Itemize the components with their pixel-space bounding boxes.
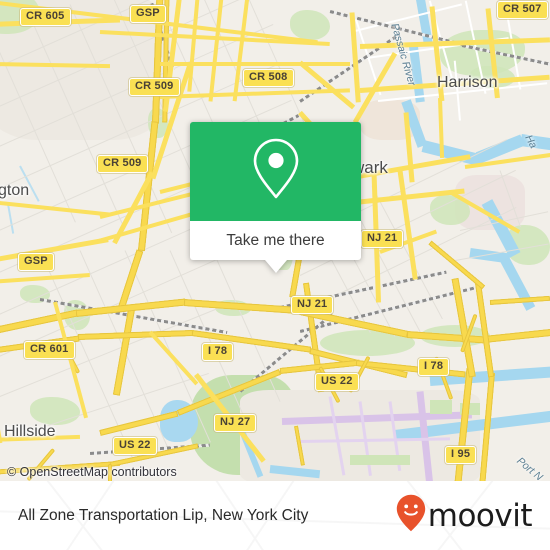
map-location-popup[interactable]: Take me there <box>190 122 361 273</box>
road-shield: NJ 21 <box>291 296 334 314</box>
road-shield: CR 601 <box>24 341 75 359</box>
road-shield: CR 605 <box>20 8 71 26</box>
road-shield: CR 507 <box>497 1 548 19</box>
road-shield: I 95 <box>445 446 477 464</box>
footer-bar: All Zone Transportation Lip, New York Ci… <box>0 481 550 550</box>
moovit-smiley-pin-icon <box>396 494 426 537</box>
road-shield: CR 509 <box>97 155 148 173</box>
take-me-there-button[interactable]: Take me there <box>190 221 361 273</box>
road-shield: I 78 <box>202 343 234 361</box>
moovit-brand[interactable]: moovit <box>396 494 533 537</box>
location-pin-icon <box>249 136 303 207</box>
road-shield: CR 509 <box>129 78 180 96</box>
take-me-there-label: Take me there <box>226 231 325 249</box>
road-shield: GSP <box>18 253 54 271</box>
road-shield: CR 508 <box>243 69 294 87</box>
location-title: All Zone Transportation Lip, New York Ci… <box>18 506 309 524</box>
road-shield: I 78 <box>418 358 450 376</box>
moovit-wordmark: moovit <box>427 497 533 534</box>
road-shield: US 22 <box>113 437 157 455</box>
popup-tail <box>264 260 287 273</box>
osm-attribution[interactable]: © OpenStreetMap contributors <box>7 465 177 479</box>
road-shield: NJ 27 <box>214 414 257 432</box>
map-canvas[interactable]: Passaic River Ha Port N Harrison wark gt… <box>0 0 550 481</box>
map-screenshot: Passaic River Ha Port N Harrison wark gt… <box>0 0 550 550</box>
popup-pin-area <box>190 122 361 221</box>
road-shield: US 22 <box>315 373 359 391</box>
road-shield: GSP <box>130 5 166 23</box>
road-shield: NJ 21 <box>361 230 404 248</box>
